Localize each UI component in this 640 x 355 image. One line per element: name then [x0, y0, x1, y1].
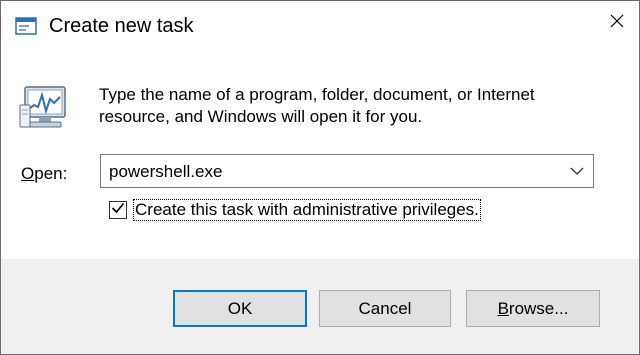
chevron-down-icon: [570, 162, 584, 180]
cancel-button-label: Cancel: [358, 298, 412, 318]
open-label-rest: pen:: [34, 164, 68, 183]
window-title: Create new task: [49, 15, 194, 37]
browse-label-rest: rowse...: [508, 298, 569, 318]
title-bar[interactable]: Create new task: [1, 1, 639, 49]
admin-privileges-option[interactable]: Create this task with administrative pri…: [109, 197, 481, 223]
instruction-text: Type the name of a program, folder, docu…: [99, 85, 535, 126]
cancel-button[interactable]: Cancel: [319, 290, 451, 327]
browse-mnemonic: B: [497, 298, 509, 318]
checkmark-icon: [111, 201, 125, 219]
create-new-task-dialog: Create new task Type the name of a progr…: [0, 0, 640, 355]
dropdown-button[interactable]: [565, 159, 589, 183]
ok-button[interactable]: OK: [173, 290, 307, 327]
browse-button-label: Browse...: [498, 299, 569, 319]
close-button[interactable]: [599, 5, 635, 41]
open-input[interactable]: powershell.exe: [109, 162, 222, 182]
open-label-mnemonic: O: [21, 164, 35, 183]
admin-checkbox[interactable]: [109, 201, 127, 219]
admin-checkbox-label[interactable]: Create this task with administrative pri…: [133, 199, 481, 221]
open-label: Open:: [21, 164, 67, 184]
task-manager-icon: [19, 85, 69, 133]
browse-button[interactable]: Browse...: [466, 290, 600, 327]
ok-button-label: OK: [227, 298, 253, 318]
close-icon: [609, 13, 625, 34]
open-combobox[interactable]: powershell.exe: [100, 154, 594, 188]
run-dialog-icon: [15, 17, 37, 35]
